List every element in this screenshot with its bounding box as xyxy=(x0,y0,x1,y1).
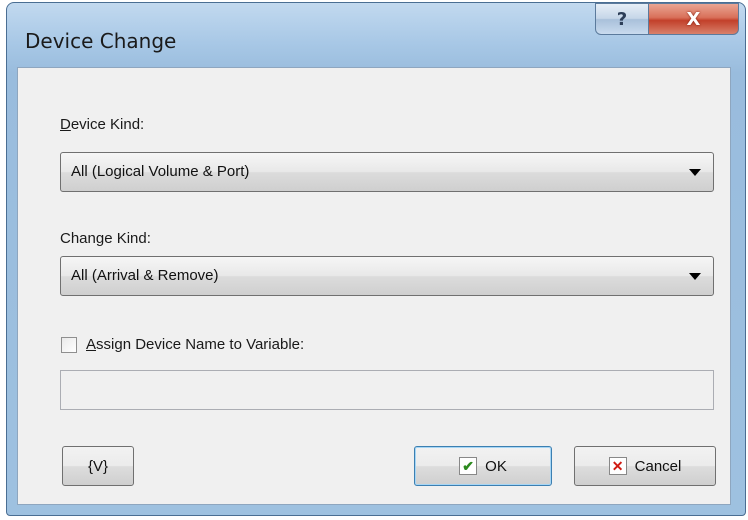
cancel-label: Cancel xyxy=(634,457,682,475)
variable-name-field[interactable] xyxy=(60,370,714,410)
change-kind-selected: All (Arrival & Remove) xyxy=(71,267,219,284)
x-icon: ✕ xyxy=(608,457,627,475)
close-button[interactable]: X xyxy=(649,3,739,35)
assign-variable-checkbox[interactable] xyxy=(61,337,77,353)
device-kind-selected: All (Logical Volume & Port) xyxy=(71,163,250,180)
dialog-window: Device Change ? X Device Kind: All (Logi… xyxy=(6,2,746,516)
close-icon: X xyxy=(686,8,701,30)
assign-variable-label[interactable]: Assign Device Name to Variable: xyxy=(86,336,304,353)
device-kind-label: Device Kind: xyxy=(60,116,145,133)
ok-button[interactable]: ✔ OK xyxy=(414,446,552,486)
device-kind-dropdown[interactable]: All (Logical Volume & Port) xyxy=(60,152,714,192)
ok-label: OK xyxy=(485,457,507,475)
title-bar-controls: ? X xyxy=(595,3,739,43)
variables-button[interactable]: {V} xyxy=(62,446,134,486)
chevron-down-icon xyxy=(689,273,701,280)
help-icon: ? xyxy=(616,8,628,30)
dialog-content: Device Kind: All (Logical Volume & Port)… xyxy=(17,67,731,505)
help-button[interactable]: ? xyxy=(595,3,649,35)
change-kind-label: Change Kind: xyxy=(60,230,151,247)
chevron-down-icon xyxy=(689,169,701,176)
change-kind-dropdown[interactable]: All (Arrival & Remove) xyxy=(60,256,714,296)
cancel-button[interactable]: ✕ Cancel xyxy=(574,446,716,486)
window-title: Device Change xyxy=(25,29,177,53)
check-icon: ✔ xyxy=(459,457,478,475)
